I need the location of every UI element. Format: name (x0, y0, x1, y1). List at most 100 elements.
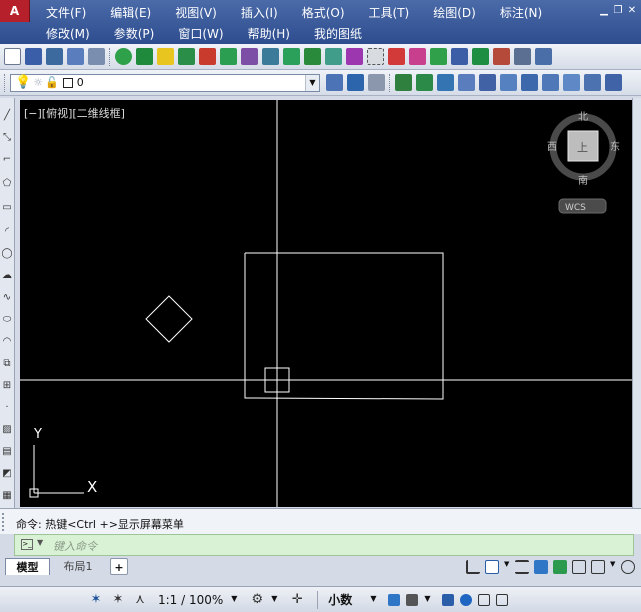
menu-tools[interactable]: 工具(T) (357, 3, 422, 23)
command-input[interactable]: >_ ▼ 键入命令 (14, 534, 634, 556)
layer-delete-icon[interactable] (605, 74, 622, 91)
layer-freeze2-icon[interactable] (521, 74, 538, 91)
snap-node-icon[interactable] (178, 48, 195, 65)
snap-midpoint-icon[interactable] (136, 48, 153, 65)
tab-model[interactable]: 模型 (5, 558, 50, 575)
menu-format[interactable]: 格式(O) (290, 3, 357, 23)
snap-tangent-icon[interactable] (304, 48, 321, 65)
snap-insert-icon[interactable] (262, 48, 279, 65)
chevron-down-icon[interactable]: ▼ (37, 538, 43, 547)
annotation-scale-value[interactable]: 1:1 / 100% (158, 593, 223, 607)
ucs-icon[interactable] (485, 559, 499, 574)
menu-view[interactable]: 视图(V) (163, 3, 229, 23)
chevron-down-icon[interactable]: ▼ (610, 560, 616, 574)
menu-modify[interactable]: 修改(M) (34, 24, 102, 44)
line-icon[interactable]: ╱ (1, 110, 13, 122)
region-icon[interactable]: ◩ (1, 468, 13, 480)
chevron-down-icon[interactable]: ▼ (305, 74, 319, 91)
annotation-scale-icon[interactable]: ✶ (88, 592, 104, 608)
snap-apparent-icon[interactable] (367, 48, 384, 65)
cube-icon[interactable] (591, 559, 605, 574)
snap-none-icon[interactable] (388, 48, 405, 65)
layer-change-icon[interactable] (437, 74, 454, 91)
menu-parameters[interactable]: 参数(P) (102, 24, 167, 44)
gear-icon[interactable]: ⚙ (249, 592, 265, 608)
chevron-down-icon[interactable]: ▼ (271, 594, 283, 606)
object-snap-icon[interactable] (472, 48, 489, 65)
layer-unlock-icon[interactable] (563, 74, 580, 91)
layer-isolate-icon[interactable] (368, 74, 385, 91)
measure-icon[interactable] (572, 559, 586, 574)
snap-intersection-icon[interactable] (220, 48, 237, 65)
app-logo[interactable]: A (0, 0, 30, 22)
auto-scale-icon[interactable]: ⋏ (132, 592, 148, 608)
chevron-down-icon[interactable]: ▼ (370, 594, 382, 606)
units-value[interactable]: 小数 (328, 591, 352, 608)
snap-more-icon[interactable] (535, 48, 552, 65)
arc-icon[interactable]: ◜ (1, 226, 13, 238)
restore-icon[interactable]: ❐ (613, 6, 623, 16)
polyline-icon[interactable]: ⌐ (1, 154, 13, 166)
snap-parallel-icon[interactable] (346, 48, 363, 65)
circle-icon[interactable]: ◯ (1, 248, 13, 260)
command-line-grip[interactable] (2, 513, 10, 531)
snap-settings-icon[interactable] (409, 48, 426, 65)
clean-screen-icon[interactable] (478, 593, 491, 606)
hardware-acceleration-icon[interactable] (460, 593, 473, 606)
snap-temp-icon[interactable] (451, 48, 468, 65)
isolate-objects-icon[interactable] (442, 593, 455, 606)
snap-nearest-icon[interactable] (325, 48, 342, 65)
lines-icon[interactable] (515, 559, 529, 574)
ellipse-arc-icon[interactable]: ◠ (1, 336, 13, 348)
layer-walk-icon[interactable] (479, 74, 496, 91)
close-icon[interactable]: ✕ (627, 6, 637, 16)
ellipse-icon[interactable]: ⬭ (1, 314, 13, 326)
grid-icon[interactable] (534, 559, 548, 574)
layer-manager-icon[interactable] (88, 48, 105, 65)
chevron-down-icon[interactable]: ▼ (504, 560, 510, 574)
spline-icon[interactable]: ∿ (1, 292, 13, 304)
layer-off-icon[interactable] (500, 74, 517, 91)
layer-state-icon[interactable] (347, 74, 364, 91)
snap-extension-icon[interactable] (241, 48, 258, 65)
menu-insert[interactable]: 插入(I) (229, 3, 290, 23)
insert-block-icon[interactable]: ⧉ (1, 358, 13, 370)
snap-perpendicular-icon[interactable] (283, 48, 300, 65)
make-block-icon[interactable]: ⊞ (1, 380, 13, 392)
snap-menu-icon[interactable] (493, 48, 510, 65)
menu-my-drawings[interactable]: 我的图纸 (302, 24, 374, 44)
tab-layout1[interactable]: 布局1 (52, 558, 104, 575)
match-properties-icon[interactable] (67, 48, 84, 65)
minimize-icon[interactable]: ▁ (599, 6, 609, 16)
snap-center-icon[interactable] (157, 48, 174, 65)
menu-edit[interactable]: 编辑(E) (98, 3, 163, 23)
add-layout-button[interactable]: + (110, 558, 128, 575)
menu-help[interactable]: 帮助(H) (236, 24, 302, 44)
plus-icon[interactable]: ✛ (289, 592, 305, 608)
construction-line-icon[interactable]: ⤡ (1, 132, 13, 144)
table-icon[interactable]: ▦ (1, 490, 13, 502)
visual-style-icon[interactable] (621, 559, 635, 574)
snap-from-icon[interactable] (430, 48, 447, 65)
layer-previous-icon[interactable] (326, 74, 343, 91)
rectangle-icon[interactable]: ▭ (1, 202, 13, 214)
customize-icon[interactable] (496, 593, 509, 606)
right-scrollbar[interactable] (632, 98, 641, 508)
chevron-down-icon[interactable]: ▼ (231, 594, 243, 606)
quick-properties-icon[interactable] (388, 593, 401, 606)
new-file-icon[interactable] (4, 48, 21, 65)
revision-cloud-icon[interactable]: ☁ (1, 270, 13, 282)
snap-tracking-icon[interactable] (514, 48, 531, 65)
snap-quadrant-icon[interactable] (199, 48, 216, 65)
make-current-icon[interactable] (395, 74, 412, 91)
layer-match-icon[interactable] (416, 74, 433, 91)
layer-dropdown[interactable]: 💡 ☼ 🔓 0 ▼ (10, 73, 320, 92)
polygon-icon[interactable]: ⬠ (1, 178, 13, 190)
chevron-down-icon[interactable]: ▼ (424, 594, 436, 606)
3d-box-icon[interactable] (553, 559, 567, 574)
save-icon[interactable] (25, 48, 42, 65)
gradient-icon[interactable]: ▤ (1, 446, 13, 458)
layer-lock2-icon[interactable] (542, 74, 559, 91)
menu-draw[interactable]: 绘图(D) (421, 3, 488, 23)
annotation-visibility-icon[interactable]: ✶ (110, 592, 126, 608)
